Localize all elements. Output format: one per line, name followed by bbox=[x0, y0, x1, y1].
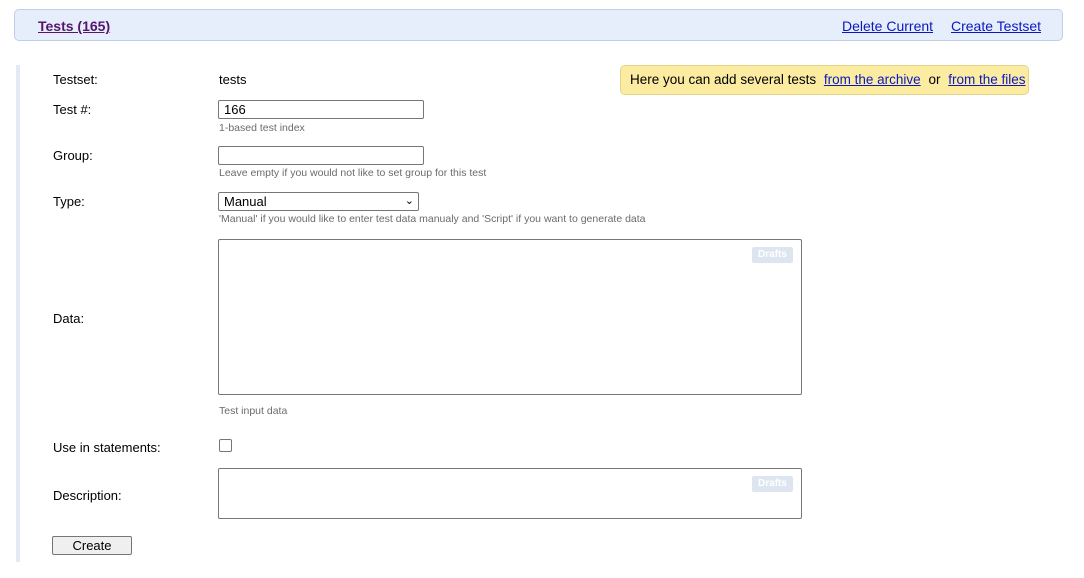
type-select[interactable]: Manual ⌄ bbox=[218, 192, 419, 211]
description-label: Description: bbox=[53, 488, 122, 503]
create-testset-link[interactable]: Create Testset bbox=[951, 18, 1041, 34]
test-number-label: Test #: bbox=[53, 102, 92, 117]
testset-value: tests bbox=[219, 72, 247, 87]
data-label: Data: bbox=[53, 311, 85, 326]
create-button[interactable]: Create bbox=[52, 536, 132, 555]
testset-label: Testset: bbox=[53, 72, 98, 87]
use-in-statements-label: Use in statements: bbox=[53, 440, 161, 455]
group-input[interactable] bbox=[218, 146, 424, 165]
type-selected-value: Manual bbox=[224, 194, 267, 209]
use-in-statements-checkbox[interactable] bbox=[219, 439, 232, 452]
data-drafts-button[interactable]: Drafts bbox=[752, 247, 793, 263]
type-label: Type: bbox=[53, 194, 85, 209]
test-number-hint: 1-based test index bbox=[219, 122, 305, 134]
group-label: Group: bbox=[53, 148, 93, 163]
notice-or-text: or bbox=[928, 72, 941, 87]
tests-title-link[interactable]: Tests (165) bbox=[38, 18, 110, 34]
description-drafts-button[interactable]: Drafts bbox=[752, 476, 793, 492]
notice-text: Here you can add several tests bbox=[630, 72, 817, 87]
test-number-input[interactable] bbox=[218, 100, 424, 119]
from-archive-link[interactable]: from the archive bbox=[824, 72, 921, 87]
delete-current-link[interactable]: Delete Current bbox=[842, 18, 933, 34]
description-textarea[interactable]: Drafts bbox=[218, 468, 802, 519]
type-hint: 'Manual' if you would like to enter test… bbox=[219, 213, 646, 225]
tests-header-bar: Tests (165) Delete Current Create Testse… bbox=[14, 9, 1063, 41]
group-hint: Leave empty if you would not like to set… bbox=[219, 167, 487, 179]
from-files-link[interactable]: from the files bbox=[948, 72, 1025, 87]
add-tests-notice: Here you can add several tests from the … bbox=[620, 65, 1029, 95]
data-hint: Test input data bbox=[219, 405, 288, 417]
left-border bbox=[16, 65, 20, 562]
chevron-down-icon: ⌄ bbox=[404, 195, 414, 207]
data-textarea[interactable]: Drafts bbox=[218, 239, 802, 395]
